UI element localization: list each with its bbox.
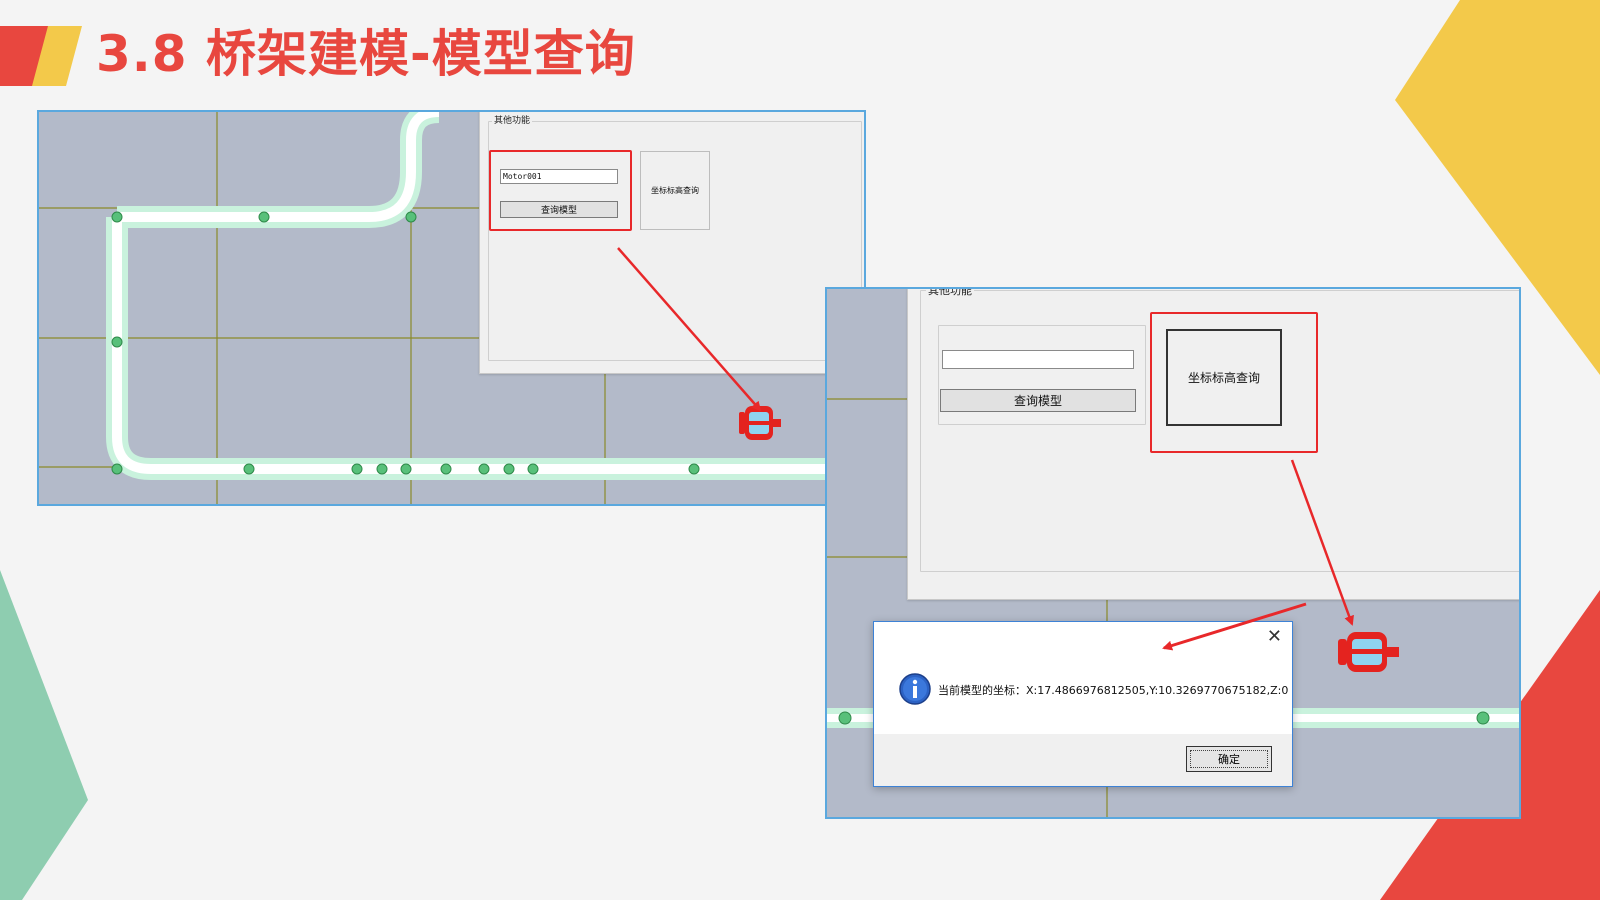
slide-title: 3.8 桥架建模-模型查询 <box>96 25 636 83</box>
coord-elevation-query-button[interactable]: 坐标标高查询 <box>640 151 710 230</box>
model-name-input[interactable] <box>942 350 1134 369</box>
coordinate-message-dialog: ✕ 当前模型的坐标：X:17.4866976812505,Y:10.326977… <box>873 621 1293 787</box>
left-screenshot: 其他功能 Motor001 查询模型 坐标标高查询 <box>37 110 866 506</box>
group-title: 其他功能 <box>926 289 974 298</box>
right-function-window: 其他功能 查询模型 坐标标高查询 <box>907 289 1519 600</box>
motor-icon <box>1338 632 1399 672</box>
ok-button[interactable]: 确定 <box>1186 746 1272 772</box>
info-icon <box>899 673 931 705</box>
close-icon[interactable]: ✕ <box>1267 628 1282 646</box>
dialog-message: 当前模型的坐标：X:17.4866976812505,Y:10.32697706… <box>938 684 1289 697</box>
right-screenshot: 其他功能 查询模型 坐标标高查询 ✕ 当前模型的坐标：X:17.48669768… <box>825 287 1521 819</box>
group-title: 其他功能 <box>492 113 533 126</box>
highlight-box <box>489 150 632 231</box>
left-function-window: 其他功能 Motor001 查询模型 坐标标高查询 <box>479 112 864 374</box>
query-model-button[interactable]: 查询模型 <box>940 389 1136 412</box>
highlight-box <box>1150 312 1318 453</box>
motor-icon <box>739 406 781 440</box>
